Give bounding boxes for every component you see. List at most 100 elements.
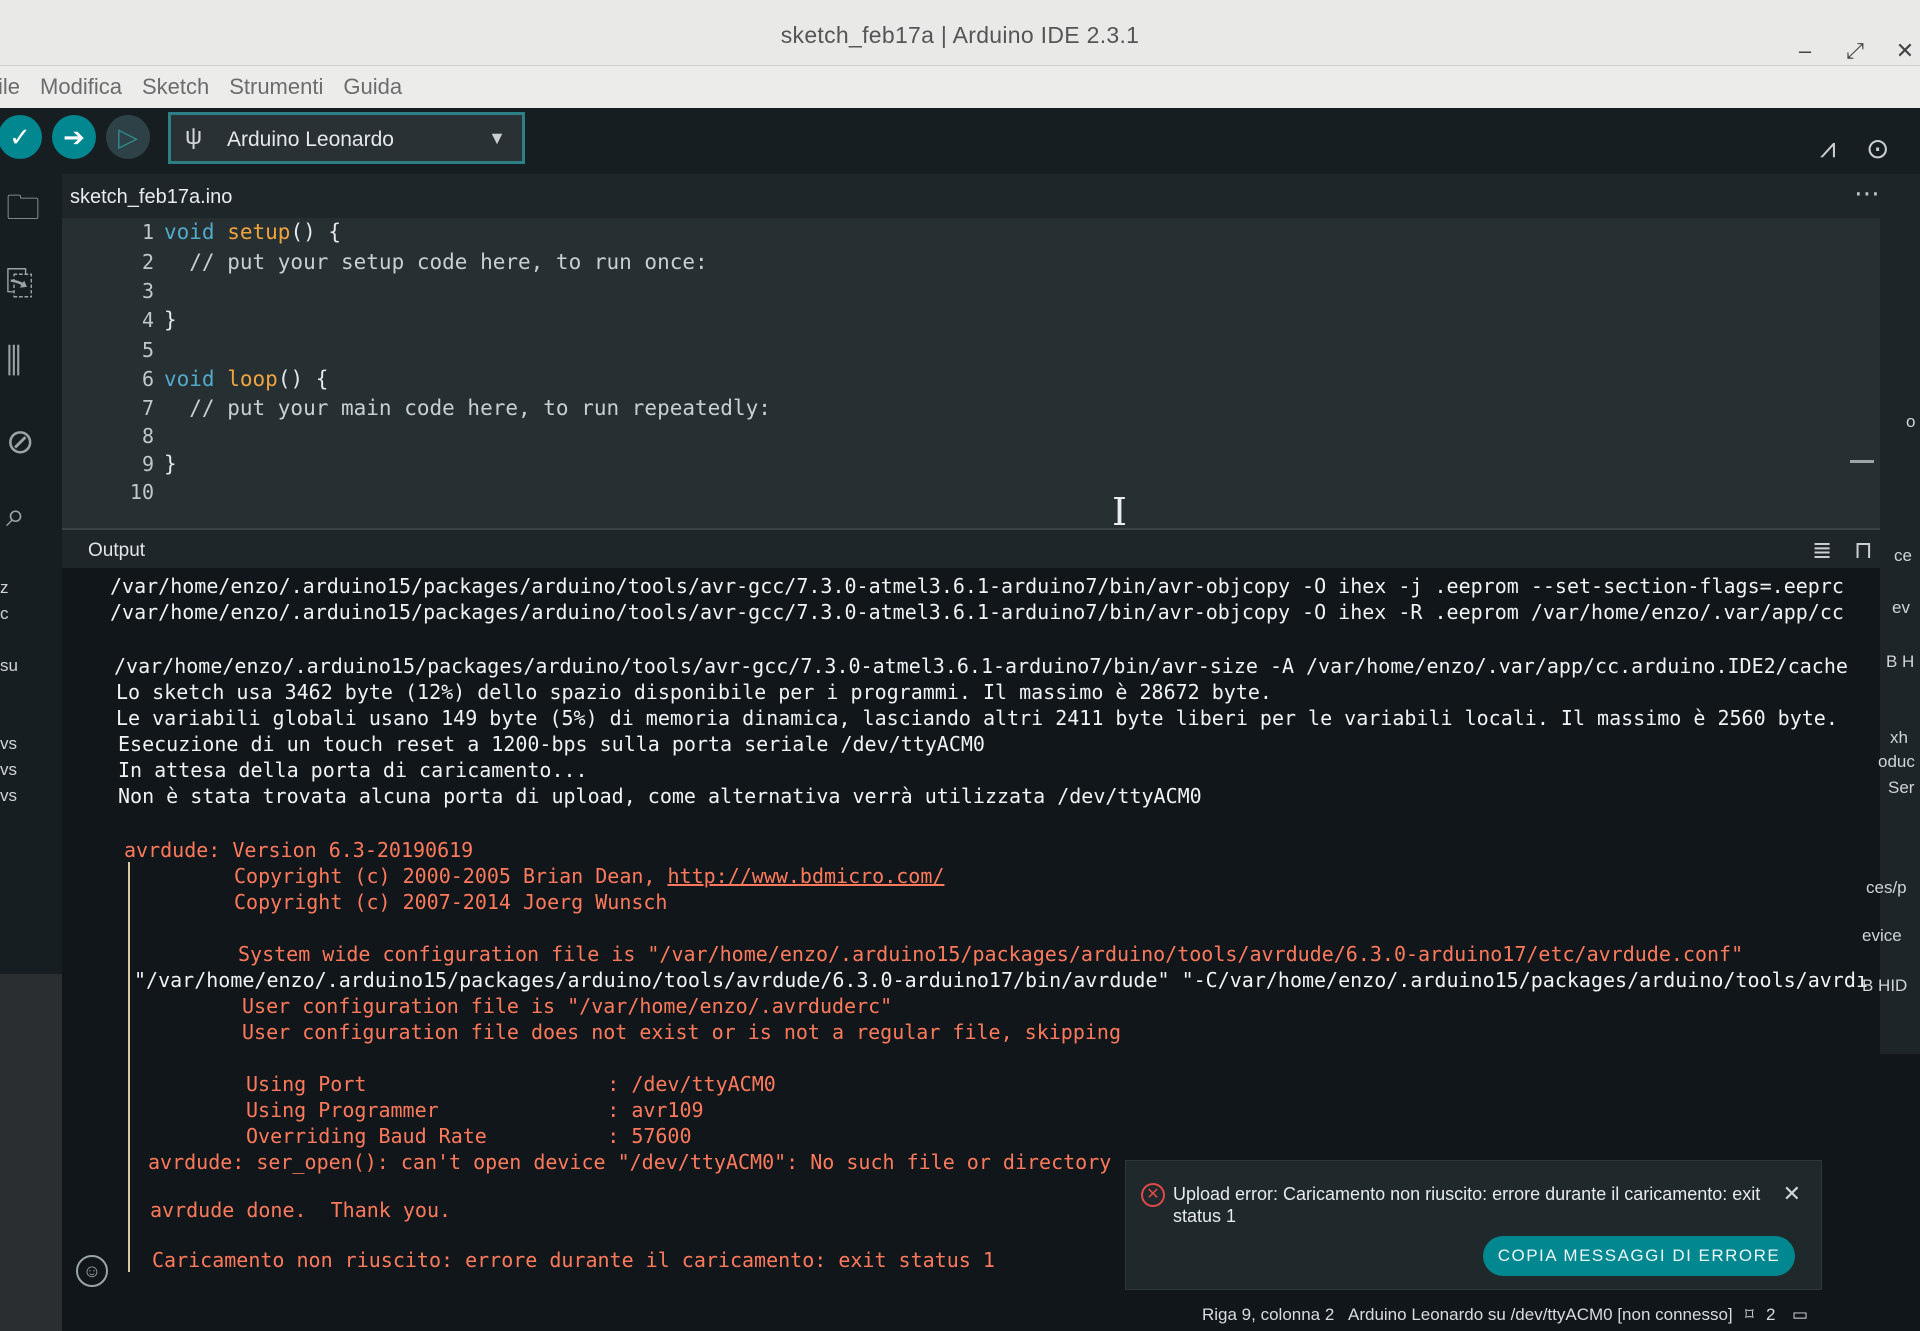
line-number: 7 [141,396,154,420]
menu-file[interactable]: ile [0,74,20,100]
line-number: 8 [141,424,154,448]
background-fragment: xh [1890,728,1908,747]
window-title: sketch_feb17a | Arduino IDE 2.3.1 [780,22,1140,48]
menu-guida[interactable]: Guida [343,74,402,100]
clear-output-icon[interactable]: ≣ [1812,536,1832,565]
close-icon[interactable]: ✕ [1783,1181,1801,1207]
upload-button[interactable]: ➔ [52,115,96,159]
output-line: Copyright (c) 2007-2014 Joerg Wunsch [234,890,668,914]
maximize-button[interactable]: ⤢ [1840,36,1870,66]
output-line: Esecuzione di un touch reset a 1200-bps … [118,732,985,756]
copy-error-messages-button[interactable]: COPIA MESSAGGI DI ERRORE [1483,1236,1795,1276]
output-line: Using Programmer : avr109 [246,1098,704,1122]
output-line: avrdude done. Thank you. [150,1198,452,1222]
menu-modifica[interactable]: Modifica [40,74,122,100]
close-button[interactable]: ✕ [1890,36,1920,66]
menu-bar: ile Modifica Sketch Strumenti Guida [0,66,1920,108]
usb-icon: ψ [185,123,203,150]
verify-button[interactable]: ✓ [0,115,42,159]
notification-message: Upload error: Caricamento non riuscito: … [1173,1184,1761,1226]
board-port-status[interactable]: Arduino Leonardo su /dev/ttyACM0 [non co… [1348,1305,1733,1325]
code-text: () { [277,367,329,391]
output-line: Le variabili globali usano 149 byte (5%)… [116,706,1838,730]
unlock-icon[interactable]: ⊓ [1854,536,1873,565]
output-line: Copyright (c) 2000-2005 Brian Dean, http… [234,864,944,888]
background-fragment: ces/p [1866,878,1907,897]
background-fragment: B H [1886,652,1915,671]
output-line: System wide configuration file is "/var/… [238,942,1744,966]
background-fragment: oduc [1878,752,1915,771]
tab-sketch[interactable]: sketch_feb17a.ino [66,180,236,216]
arrow-right-icon: ➔ [63,122,85,152]
keyword: void [164,220,215,244]
keyword: void [164,367,215,391]
sidebar: 🗀 ⎘ ⫼ ⊘ ⌕ [0,174,62,974]
background-fragment: z [0,578,9,597]
toggle-panel-icon[interactable]: ▭ [1792,1305,1808,1325]
background-fragment: vs [0,734,17,753]
function-name: setup [227,220,291,244]
notifications-count[interactable]: 2 [1766,1305,1775,1325]
code-line-4: } [164,308,177,332]
line-gutter: 1 2 3 4 5 6 7 8 9 10 [62,218,162,528]
serial-monitor-icon[interactable]: ⊙ [1866,132,1889,165]
minimize-button[interactable]: – [1790,36,1820,66]
debug-sidebar-icon[interactable]: ⊘ [6,422,35,462]
more-icon[interactable]: ⋯ [1854,178,1880,209]
debug-button[interactable]: ▷ [106,115,150,159]
output-line: Non è stata trovata alcuna porta di uplo… [118,784,1202,808]
bdmicro-link[interactable]: http://www.bdmicro.com/ [667,864,944,888]
line-number: 5 [141,338,154,362]
serial-plotter-icon[interactable]: ⩘ [1820,132,1836,165]
background-fragment: ce [1894,546,1912,565]
search-icon[interactable]: ⌕ [6,496,25,535]
editor-tab-bar: sketch_feb17a.ino ⋯ [62,174,1920,218]
output-line: User configuration file does not exist o… [242,1020,1121,1044]
code-line-6: void loop() { [164,367,328,391]
folder-icon[interactable]: 🗀 [6,184,40,241]
code-line-7: // put your main code here, to run repea… [164,396,771,420]
board-selector[interactable]: ψ Arduino Leonardo ▼ [168,112,525,164]
output-line: Using Port : /dev/ttyACM0 [246,1072,776,1096]
notifications-icon[interactable]: ⌑ [1745,1305,1754,1325]
output-line: User configuration file is "/var/home/en… [242,994,893,1018]
output-title: Output [88,540,146,561]
status-bar: Riga 9, colonna 2 Arduino Leonardo su /d… [62,1300,1920,1331]
line-number: 1 [141,220,154,244]
menu-strumenti[interactable]: Strumenti [229,74,323,100]
board-manager-icon[interactable]: ⎘ [6,264,33,303]
code-editor[interactable]: 1 2 3 4 5 6 7 8 9 10 void setup() { // p… [62,218,1920,534]
output-line: /var/home/enzo/.arduino15/packages/ardui… [114,654,1848,678]
library-icon[interactable]: ⫼ [6,342,22,381]
background-fragment: ev [1892,598,1910,617]
output-line: "/var/home/enzo/.arduino15/packages/ardu… [134,968,1868,992]
output-header: Output ≣ ⊓ [62,528,1920,568]
line-number: 10 [129,480,154,504]
line-number: 2 [141,250,154,274]
board-name: Arduino Leonardo [227,128,394,151]
chevron-down-icon: ▼ [488,128,506,148]
output-line: Overriding Baud Rate : 57600 [246,1124,692,1148]
title-bar: sketch_feb17a | Arduino IDE 2.3.1 – ⤢ ✕ [0,0,1920,66]
code-line-1: void setup() { [164,220,341,244]
output-line: In attesa della porta di caricamento... [118,758,588,782]
cursor-position: Riga 9, colonna 2 [1202,1305,1335,1324]
scrollbar-marker[interactable] [1850,460,1874,463]
background-fragment: B HID [1862,976,1908,995]
code-line-9: } [164,452,177,476]
function-name: loop [227,367,278,391]
account-icon[interactable]: ☺ [76,1255,108,1287]
code-line-2: // put your setup code here, to run once… [164,250,708,274]
line-number: 9 [141,452,154,476]
background-fragment: o [1906,412,1916,431]
check-icon: ✓ [9,122,31,152]
background-fragment: vs [0,760,17,779]
code-text: () { [290,220,342,244]
background-fragment: Ser [1888,778,1915,797]
line-number: 3 [141,279,154,303]
background-fragment: vs [0,786,17,805]
line-number: 6 [141,367,154,391]
background-fragment: evice [1862,926,1902,945]
upload-error-notification: ✕ Upload error: Caricamento non riuscito… [1125,1160,1822,1290]
menu-sketch[interactable]: Sketch [142,74,209,100]
